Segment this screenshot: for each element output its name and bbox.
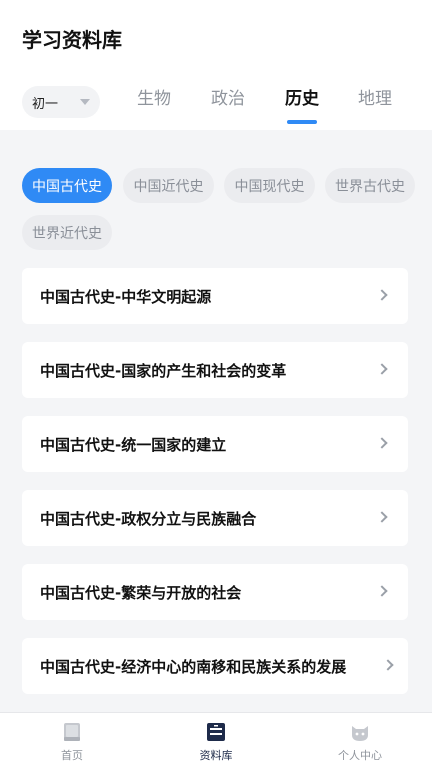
nav-profile-label: 个人中心 bbox=[338, 749, 382, 762]
book-icon bbox=[62, 722, 82, 742]
nav-library[interactable]: 资料库 bbox=[144, 713, 288, 768]
list-item[interactable]: 中国古代史-统一国家的建立 bbox=[22, 416, 408, 472]
tab-politics[interactable]: 政治 bbox=[211, 84, 245, 109]
list-item[interactable]: 中国古代史-繁荣与开放的社会 bbox=[22, 564, 408, 620]
list-item[interactable]: 中国古代史-经济中心的南移和民族关系的发展 bbox=[22, 638, 408, 694]
header: 学习资料库 初一 生物 政治 历史 地理 bbox=[0, 0, 432, 130]
tab-active-indicator bbox=[287, 120, 317, 124]
chip-contemporary-china[interactable]: 中国现代史 bbox=[224, 168, 315, 203]
library-icon bbox=[206, 722, 226, 742]
list-item-label: 中国古代史-政权分立与民族融合 bbox=[40, 509, 257, 528]
list-item[interactable]: 中国古代史-中华文明起源 bbox=[22, 268, 408, 324]
chevron-right-icon bbox=[376, 363, 388, 375]
list-item-label: 中国古代史-中华文明起源 bbox=[40, 287, 212, 306]
chevron-right-icon bbox=[382, 659, 394, 671]
list-item-label: 中国古代史-国家的产生和社会的变革 bbox=[40, 361, 287, 380]
chip-ancient-world[interactable]: 世界古代史 bbox=[325, 168, 415, 203]
list-item-label: 中国古代史-繁荣与开放的社会 bbox=[40, 583, 242, 602]
list-item-label: 中国古代史-经济中心的南移和民族关系的发展 bbox=[40, 657, 347, 676]
subject-tabs: 生物 政治 历史 地理 bbox=[0, 84, 432, 128]
chip-modern-china[interactable]: 中国近代史 bbox=[123, 168, 214, 203]
list-item-label: 中国古代史-统一国家的建立 bbox=[40, 435, 227, 454]
nav-home[interactable]: 首页 bbox=[0, 713, 144, 768]
tab-geography[interactable]: 地理 bbox=[358, 84, 392, 109]
nav-home-label: 首页 bbox=[61, 749, 83, 762]
list-item[interactable]: 中国古代史-政权分立与民族融合 bbox=[22, 490, 408, 546]
cat-avatar-icon bbox=[350, 722, 370, 742]
chip-ancient-china[interactable]: 中国古代史 bbox=[22, 168, 112, 203]
nav-library-label: 资料库 bbox=[199, 749, 233, 762]
chevron-right-icon bbox=[376, 511, 388, 523]
list-item[interactable]: 中国古代史-国家的产生和社会的变革 bbox=[22, 342, 408, 398]
chevron-right-icon bbox=[376, 289, 388, 301]
chevron-right-icon bbox=[376, 585, 388, 597]
nav-profile[interactable]: 个人中心 bbox=[288, 713, 432, 768]
chevron-right-icon bbox=[376, 437, 388, 449]
chip-modern-world[interactable]: 世界近代史 bbox=[22, 215, 112, 250]
page-title: 学习资料库 bbox=[22, 28, 122, 52]
tab-history[interactable]: 历史 bbox=[285, 84, 319, 109]
bottom-nav: 首页 资料库 个人中心 bbox=[0, 712, 432, 768]
tab-biology[interactable]: 生物 bbox=[137, 84, 171, 109]
